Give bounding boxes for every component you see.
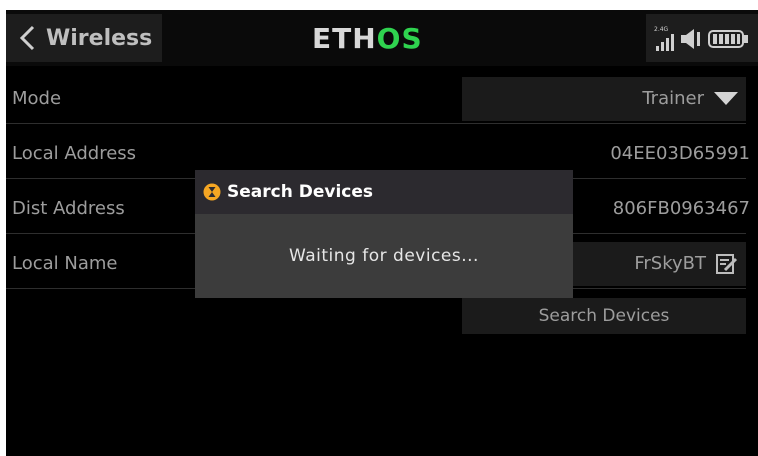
search-devices-label: Search Devices xyxy=(538,306,670,326)
wireless-screen: Wireless ETH OS 2.4G Mode Trainer Local … xyxy=(6,10,758,456)
local-address-value: 04EE03D65991 xyxy=(610,143,750,164)
chevron-left-icon xyxy=(19,25,35,51)
edit-icon xyxy=(716,254,738,274)
dialog-message: Waiting for devices... xyxy=(289,246,479,266)
mode-label: Mode xyxy=(12,88,62,109)
battery-icon xyxy=(708,30,748,48)
hourglass-icon xyxy=(203,183,221,201)
search-devices-button[interactable]: Search Devices xyxy=(462,298,746,334)
mode-value: Trainer xyxy=(642,88,704,109)
divider xyxy=(6,123,746,124)
dist-address-label: Dist Address xyxy=(12,198,125,219)
rf-band-label: 2.4G xyxy=(654,26,669,33)
local-address-label: Local Address xyxy=(12,143,137,164)
brand-logo: ETH OS xyxy=(312,21,423,55)
brand-logo-text-2: OS xyxy=(376,21,423,55)
speaker-icon xyxy=(681,29,700,49)
dialog-header: Search Devices xyxy=(195,170,573,214)
local-name-label: Local Name xyxy=(12,253,118,274)
mode-select[interactable]: Trainer xyxy=(462,77,746,121)
top-bar: Wireless ETH OS 2.4G xyxy=(6,10,758,66)
local-name-value: FrSkyBT xyxy=(634,253,706,274)
search-devices-dialog: Search Devices Waiting for devices... xyxy=(195,170,573,298)
dropdown-arrow-icon xyxy=(714,92,738,105)
dialog-title: Search Devices xyxy=(227,182,374,202)
back-button[interactable]: Wireless xyxy=(6,14,162,62)
status-area[interactable]: 2.4G xyxy=(646,14,758,62)
brand-logo-text-1: ETH xyxy=(312,21,377,55)
page-title: Wireless xyxy=(46,25,153,51)
signal-bars-icon xyxy=(656,34,674,51)
dist-address-value: 806FB0963467 xyxy=(612,198,750,219)
